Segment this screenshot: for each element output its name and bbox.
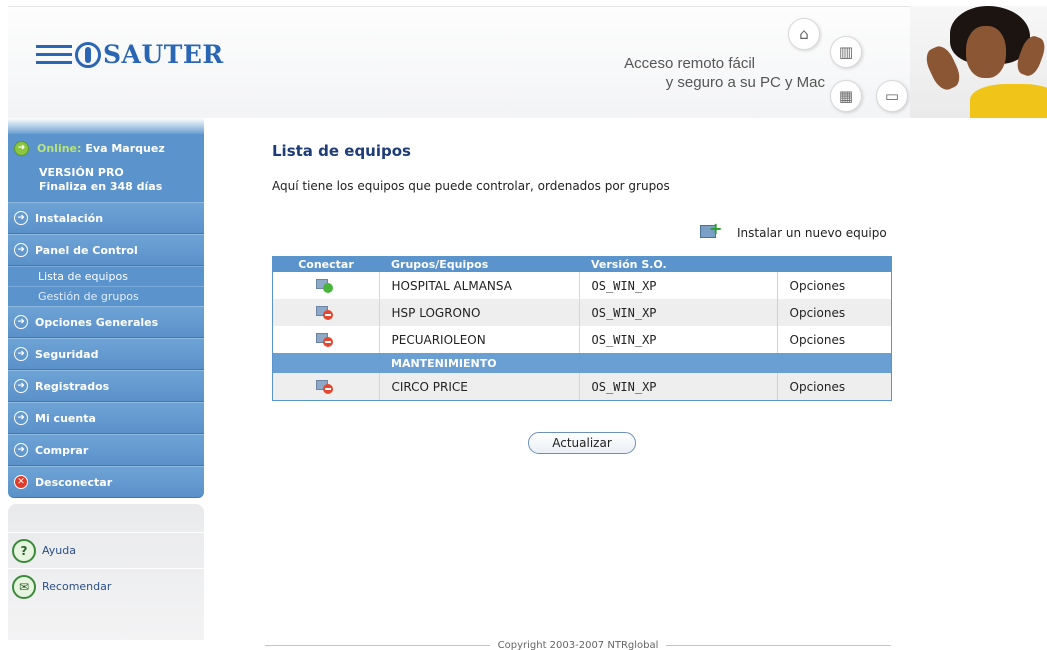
refresh-button[interactable]: Actualizar <box>528 432 636 454</box>
arrow-right-icon: ➜ <box>14 243 28 257</box>
table-row: CIRCO PRICE OS_WIN_XP Opciones <box>273 373 891 400</box>
sidebar-item-panel-de-control[interactable]: ➜ Panel de Control <box>8 234 204 266</box>
sidebar-item-label: Mi cuenta <box>35 411 96 425</box>
logo-text: SAUTER <box>103 40 224 69</box>
install-new-device-link[interactable]: + Instalar un nuevo equipo <box>699 221 887 244</box>
help-item-label: Ayuda <box>42 544 76 557</box>
device-os: OS_WIN_XP <box>578 373 778 400</box>
table-row: PECUARIOLEON OS_WIN_XP Opciones <box>273 326 891 353</box>
sidebar-item-label: Comprar <box>35 443 89 457</box>
tagline-line1: Acceso remoto fácil <box>624 55 755 72</box>
help-item-recomendar[interactable]: ✉ Recomendar <box>8 568 204 604</box>
help-box: ? Ayuda ✉ Recomendar <box>8 504 204 640</box>
copyright-text: Copyright 2003-2007 NTRglobal <box>497 640 659 650</box>
sidebar-item-label: Panel de Control <box>35 243 138 257</box>
monitor-icon: ▭ <box>876 80 908 112</box>
question-icon: ? <box>12 538 36 563</box>
device-name: PECUARIOLEON <box>378 326 579 353</box>
options-link[interactable]: Opciones <box>776 373 891 400</box>
column-header-version-so: Versión S.O. <box>579 257 777 272</box>
options-link[interactable]: Opciones <box>776 326 891 353</box>
device-name: CIRCO PRICE <box>378 373 579 400</box>
intro-text: Aquí tiene los equipos que puede control… <box>272 179 670 193</box>
version-info: VERSIÓN PRO Finaliza en 348 días <box>39 166 194 194</box>
version-line2: Finaliza en 348 días <box>39 180 163 193</box>
sidebar-item-instalacion[interactable]: ➜ Instalación <box>8 202 204 234</box>
table-row: HSP LOGRONO OS_WIN_XP Opciones <box>273 299 891 326</box>
column-header-conectar: Conectar <box>273 257 379 272</box>
device-os: OS_WIN_XP <box>578 326 778 353</box>
copyright: Copyright 2003-2007 NTRglobal <box>265 640 892 650</box>
device-os: OS_WIN_XP <box>578 272 778 299</box>
sidebar-item-label: Seguridad <box>35 347 99 361</box>
sidebar-item-comprar[interactable]: ➜ Comprar <box>8 434 204 466</box>
group-row-mantenimiento: MANTENIMIENTO <box>273 353 891 373</box>
table-row: HOSPITAL ALMANSA OS_WIN_XP Opciones <box>273 272 891 299</box>
page-title: Lista de equipos <box>272 142 411 160</box>
connect-offline-icon[interactable] <box>315 332 336 348</box>
arrow-right-icon: ➜ <box>14 315 28 329</box>
footer-divider <box>265 645 490 646</box>
version-line1: VERSIÓN PRO <box>39 166 124 179</box>
tagline: Acceso remoto fácil y seguro a su PC y M… <box>560 54 825 92</box>
column-header-actions <box>777 257 891 272</box>
sidebar-subitem-lista-de-equipos[interactable]: Lista de equipos <box>8 266 204 286</box>
arrow-right-icon: ➜ <box>14 443 28 457</box>
sidebar-item-seguridad[interactable]: ➜ Seguridad <box>8 338 204 370</box>
arrow-right-icon: ➜ <box>14 379 28 393</box>
table-header-row: Conectar Grupos/Equipos Versión S.O. <box>273 257 891 272</box>
sidebar-top <box>8 118 204 134</box>
sidebar-item-opciones-generales[interactable]: ➜ Opciones Generales <box>8 306 204 338</box>
device-name: HOSPITAL ALMANSA <box>378 272 579 299</box>
briefcase-icon: ▥ <box>830 36 862 68</box>
arrow-right-icon: ➜ <box>14 347 28 361</box>
recommend-mail-icon: ✉ <box>12 574 36 599</box>
sauter-logo[interactable]: SAUTER <box>36 40 224 69</box>
tagline-line2: y seguro a su PC y Mac <box>665 74 825 91</box>
user-box: ➜ Online: Eva Marquez VERSIÓN PRO Finali… <box>8 134 204 202</box>
sidebar-item-desconectar[interactable]: ✕ Desconectar <box>8 466 204 498</box>
install-label: Instalar un nuevo equipo <box>737 226 887 240</box>
sidebar-item-label: Instalación <box>35 211 104 225</box>
home-icon: ⌂ <box>788 18 820 50</box>
sidebar-item-label: Registrados <box>35 379 110 393</box>
sidebar-item-label: Desconectar <box>35 475 113 489</box>
connect-offline-icon[interactable] <box>315 305 336 321</box>
header-photo <box>910 6 1047 118</box>
connect-online-icon[interactable] <box>315 278 336 294</box>
help-item-label: Recomendar <box>42 580 112 593</box>
header: SAUTER Acceso remoto fácil y seguro a su… <box>0 0 1047 118</box>
device-os: OS_WIN_XP <box>578 299 778 326</box>
disconnect-x-icon: ✕ <box>14 475 28 489</box>
column-header-grupos-equipos: Grupos/Equipos <box>379 257 579 272</box>
arrow-right-icon: ➜ <box>14 411 28 425</box>
logo-emblem-icon <box>75 41 101 68</box>
add-computer-icon: + <box>699 221 725 244</box>
group-name: MANTENIMIENTO <box>379 353 891 373</box>
help-item-ayuda[interactable]: ? Ayuda <box>8 532 204 568</box>
user-name: Eva Marquez <box>85 141 165 155</box>
options-link[interactable]: Opciones <box>776 272 891 299</box>
connect-offline-icon[interactable] <box>315 379 336 395</box>
devices-table: Conectar Grupos/Equipos Versión S.O. HOS… <box>272 256 892 401</box>
online-arrow-icon: ➜ <box>14 140 29 156</box>
options-link[interactable]: Opciones <box>776 299 891 326</box>
sidebar-item-mi-cuenta[interactable]: ➜ Mi cuenta <box>8 402 204 434</box>
sidebar: ➜ Online: Eva Marquez VERSIÓN PRO Finali… <box>8 118 204 650</box>
building-icon: ▦ <box>830 80 862 112</box>
online-label: Online: <box>37 141 82 155</box>
sidebar-subitem-gestion-de-grupos[interactable]: Gestión de grupos <box>8 286 204 306</box>
footer-divider <box>666 645 892 646</box>
arrow-right-icon: ➜ <box>14 211 28 225</box>
sidebar-item-registrados[interactable]: ➜ Registrados <box>8 370 204 402</box>
user-online: ➜ Online: Eva Marquez <box>14 138 194 158</box>
logo-lines-icon <box>36 45 72 64</box>
sidebar-item-label: Opciones Generales <box>35 315 159 329</box>
device-name: HSP LOGRONO <box>378 299 579 326</box>
